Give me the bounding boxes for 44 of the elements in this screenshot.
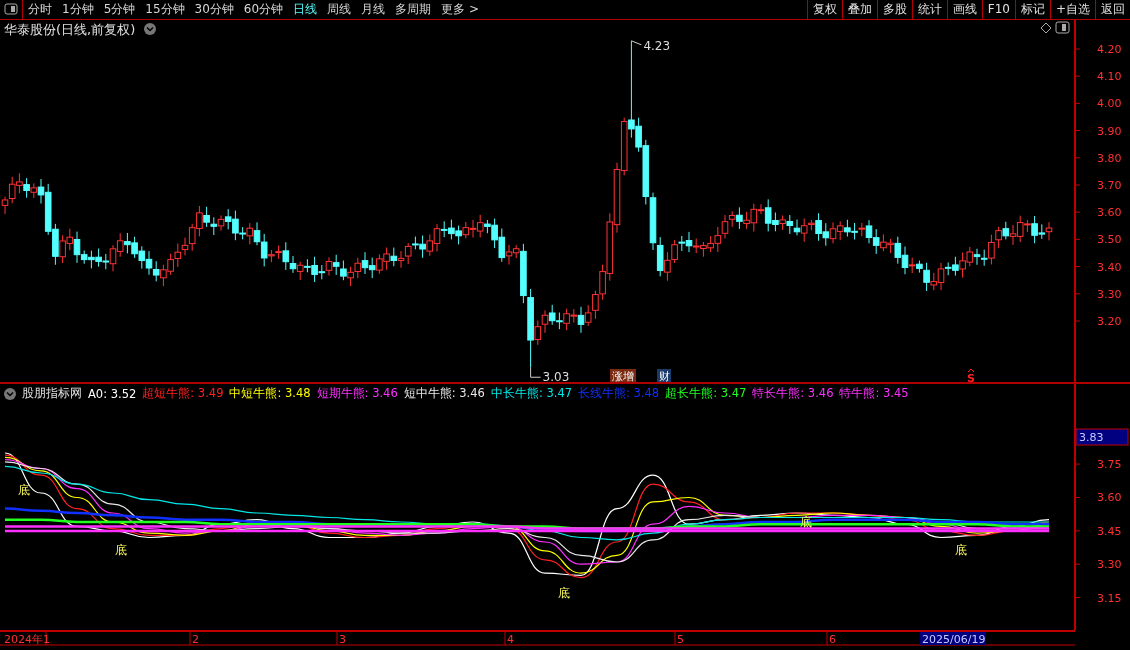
time-axis-label: 4 xyxy=(507,633,514,647)
price-axis-label: 4.20 xyxy=(1097,42,1122,56)
sell-signal: S xyxy=(967,368,975,382)
current-value-tag: 3.83 xyxy=(1075,428,1129,446)
bottom-signal-label: 底 xyxy=(955,542,967,557)
price-axis-label: 4.00 xyxy=(1097,97,1122,111)
time-axis-label: 6 xyxy=(829,633,836,647)
price-axis-label: 3.60 xyxy=(1097,206,1122,220)
time-axis-label: 2024年1 xyxy=(4,633,50,647)
legend-item: 中长牛熊: 3.47 xyxy=(490,386,573,402)
legend-item: 超长牛熊: 3.47 xyxy=(665,386,747,402)
legend-item: 特牛熊: 3.45 xyxy=(839,386,909,402)
indicator-axis-label: 3.45 xyxy=(1097,524,1122,538)
legend-item: 短期牛熊: 3.46 xyxy=(316,386,398,402)
legend-item: 超短牛熊: 3.49 xyxy=(142,386,224,402)
price-axis-label: 3.30 xyxy=(1097,287,1122,301)
price-axis-label: 4.10 xyxy=(1097,70,1122,84)
legend-item: 短中牛熊: 3.46 xyxy=(403,386,485,402)
bottom-signal-label: 底 xyxy=(800,514,812,529)
price-axis-label: 3.70 xyxy=(1097,178,1122,192)
indicator-axis-label: 3.60 xyxy=(1097,491,1122,505)
bottom-signal-label: 底 xyxy=(115,542,127,557)
legend-item: 中短牛熊: 3.48 xyxy=(229,386,311,402)
indicator-axis-label: 3.30 xyxy=(1097,558,1122,571)
high-price-label: 4.23 xyxy=(643,38,671,53)
price-axis-label: 3.90 xyxy=(1097,124,1122,138)
legend-item: 特长牛熊: 3.46 xyxy=(752,386,834,402)
time-axis-label: 3 xyxy=(339,633,346,647)
price-axis-label: 3.80 xyxy=(1097,151,1122,165)
time-axis-label: 5 xyxy=(677,633,684,647)
indicator-name: 股朋指标网 xyxy=(22,386,82,402)
time-axis-label: 2 xyxy=(192,633,199,647)
price-axis-label: 3.40 xyxy=(1097,260,1122,274)
price-axis-label: 3.50 xyxy=(1097,233,1122,247)
price-axis-label: 3.20 xyxy=(1097,314,1122,328)
indicator-axis-label: 3.15 xyxy=(1097,591,1122,605)
current-date-tag: 2025/06/19 xyxy=(920,632,986,647)
chart-title: 华泰股份(日线,前复权) xyxy=(4,21,136,37)
bottom-signal-label: 底 xyxy=(558,585,570,600)
low-price-label: 3.03 xyxy=(542,370,570,382)
legend-item: A0: 3.52 xyxy=(88,386,137,401)
legend-item: 长线牛熊: 3.48 xyxy=(578,386,660,402)
indicator-axis-label: 3.75 xyxy=(1097,457,1122,471)
bottom-signal-label: 底 xyxy=(18,482,30,497)
